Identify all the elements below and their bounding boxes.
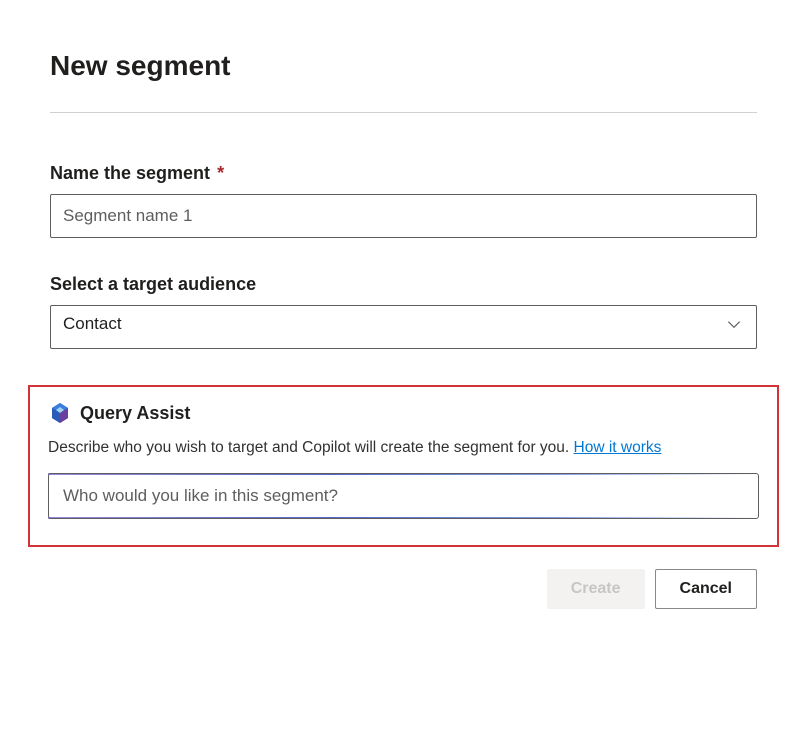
query-assist-description: Describe who you wish to target and Copi… bbox=[48, 437, 759, 459]
page-title: New segment bbox=[50, 50, 757, 82]
query-assist-title: Query Assist bbox=[80, 403, 190, 424]
segment-name-field: Name the segment * bbox=[50, 163, 757, 238]
target-audience-select-wrapper: Contact bbox=[50, 305, 757, 349]
target-audience-select[interactable]: Contact bbox=[50, 305, 757, 349]
create-button[interactable]: Create bbox=[547, 569, 645, 609]
cancel-button[interactable]: Cancel bbox=[655, 569, 757, 609]
target-audience-field: Select a target audience Contact bbox=[50, 274, 757, 349]
query-assist-input-wrapper bbox=[48, 473, 759, 519]
required-indicator: * bbox=[217, 163, 224, 183]
divider bbox=[50, 112, 757, 113]
query-assist-input[interactable] bbox=[48, 473, 759, 519]
segment-name-label-text: Name the segment bbox=[50, 163, 210, 183]
copilot-icon bbox=[48, 401, 72, 425]
query-assist-panel: Query Assist Describe who you wish to ta… bbox=[28, 385, 779, 547]
query-assist-header: Query Assist bbox=[48, 401, 759, 425]
button-row: Create Cancel bbox=[50, 569, 757, 609]
target-audience-label: Select a target audience bbox=[50, 274, 757, 295]
query-assist-description-text: Describe who you wish to target and Copi… bbox=[48, 439, 569, 456]
segment-name-input[interactable] bbox=[50, 194, 757, 238]
how-it-works-link[interactable]: How it works bbox=[574, 439, 662, 456]
segment-name-label: Name the segment * bbox=[50, 163, 757, 184]
